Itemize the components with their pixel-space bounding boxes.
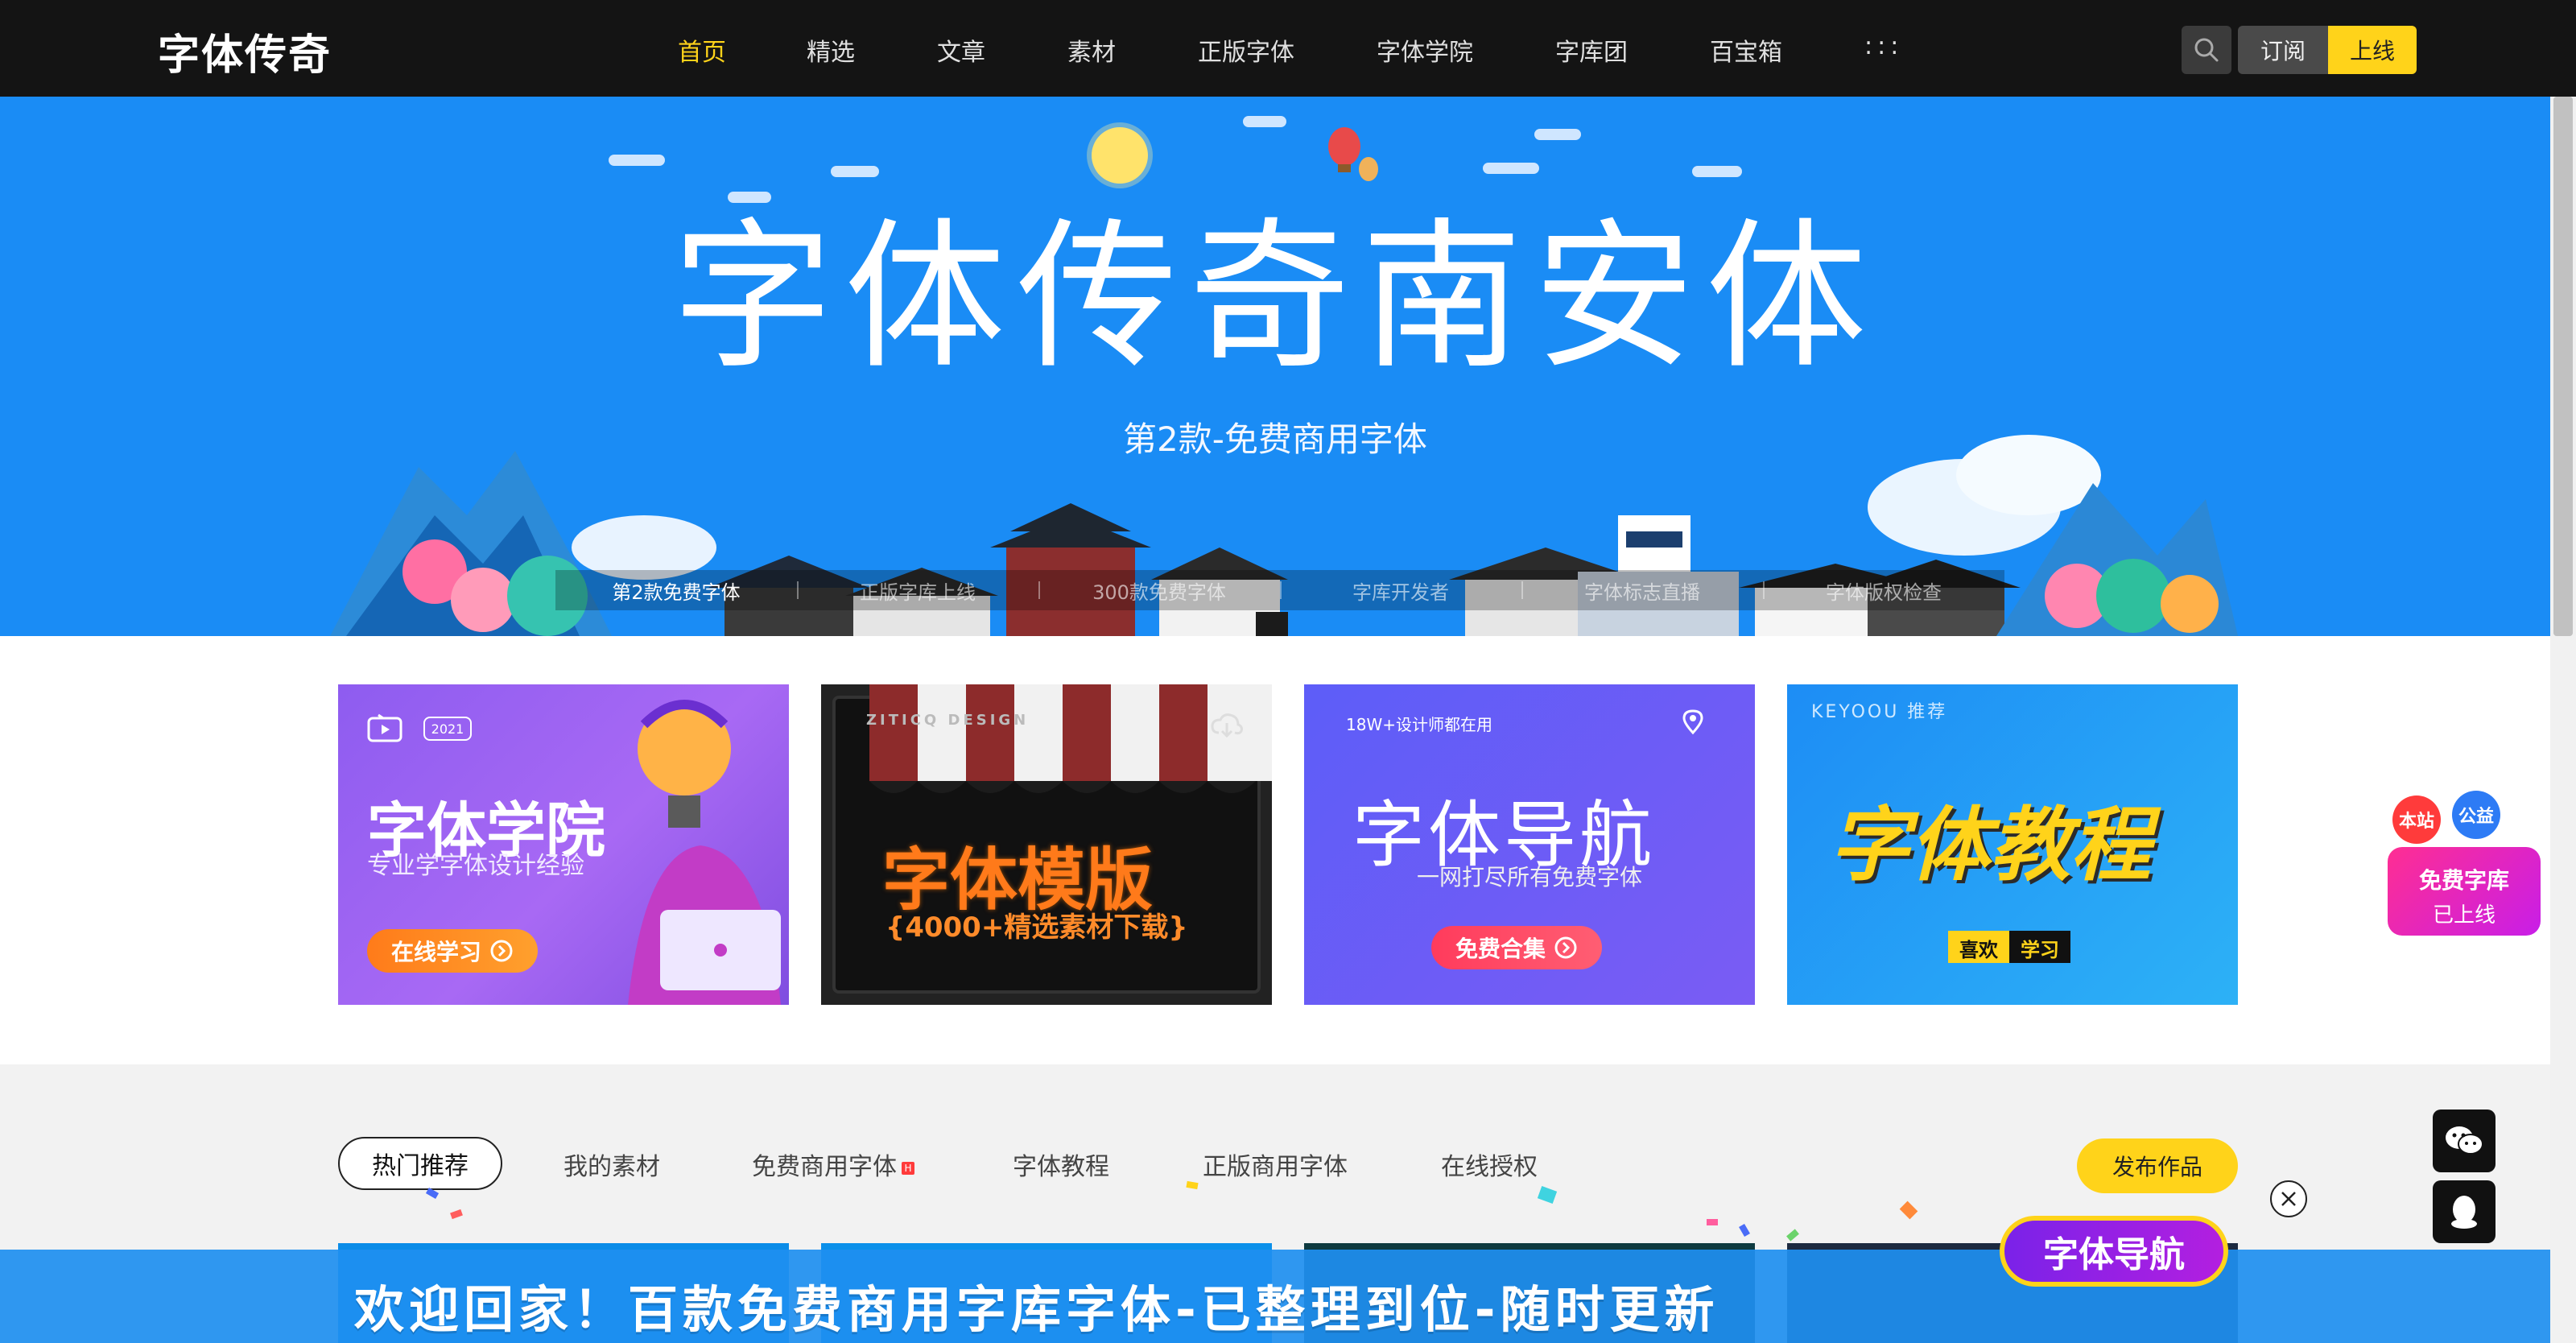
nav-item-featured[interactable]: 精选 (807, 32, 855, 68)
font-navigation-badge[interactable]: 字体导航 (2000, 1216, 2228, 1287)
arrow-right-icon (490, 940, 513, 962)
card-font-navigation[interactable]: 18W+设计师都在用 字体导航 一网打尽所有免费字体 免费合集 (1304, 684, 1755, 1005)
free-library-line1: 免费字库 (2418, 867, 2509, 894)
tab-label: 免费商用字体 (752, 1153, 897, 1181)
awning-illustration (869, 684, 1272, 793)
free-collection-button[interactable]: 免费合集 (1431, 926, 1603, 969)
nav-item-home[interactable]: 首页 (678, 32, 726, 68)
scrollbar-thumb[interactable] (2553, 97, 2573, 636)
nav-item-licensed-fonts[interactable]: 正版字体 (1198, 32, 1294, 68)
card-font-templates[interactable]: ZITICQ DESIGN 字体模版 {4000+精选素材下载} (821, 684, 1272, 1005)
wechat-button[interactable] (2433, 1110, 2496, 1172)
hero-tab-library-developer[interactable]: 字库开发者 (1280, 576, 1521, 605)
page: 字体传奇 首页 精选 文章 素材 正版字体 字体学院 字库团 百宝箱 ::: 订… (0, 0, 2576, 1343)
subscribe-button[interactable]: 订阅 (2238, 26, 2328, 74)
card-subtitle: {4000+精选素材下载} (886, 911, 1188, 944)
tab-my-materials[interactable]: 我的素材 (564, 1147, 660, 1182)
tab-font-tutorials[interactable]: 字体教程 (1013, 1147, 1109, 1182)
hero-tab-licensed-library[interactable]: 正版字库上线 (797, 576, 1038, 605)
card-font-academy[interactable]: 2021 字体学院 专业学字体设计经验 在线学习 (338, 684, 789, 1005)
site-logo[interactable]: 字体传奇 (158, 21, 332, 81)
tag-group: 喜欢 学习 (1948, 931, 2070, 963)
welcome-banner-text: 欢迎回家！百款免费商用字库字体-已整理到位-随时更新 (354, 1280, 1719, 1339)
top-navigation-bar: 字体传奇 首页 精选 文章 素材 正版字体 字体学院 字库团 百宝箱 ::: 订… (0, 0, 2576, 97)
hero-slide-tabs: 第2款免费字体 正版字库上线 300款免费字体 字库开发者 字体标志直播 字体版… (555, 570, 2004, 610)
tab-free-commercial-fonts[interactable]: 免费商用字体 H (752, 1147, 914, 1182)
site-bubble[interactable]: 本站 (2392, 795, 2441, 844)
close-icon (2281, 1192, 2296, 1206)
free-library-widget[interactable]: 免费字库 已上线 (2388, 847, 2541, 936)
button-label: 在线学习 (391, 939, 482, 965)
nav-item-more[interactable]: ::: (1864, 32, 1903, 60)
hero-subtitle: 第2款-免费商用字体 (1123, 419, 1427, 459)
qq-button[interactable] (2433, 1180, 2496, 1243)
hero-tab-logo-live[interactable]: 字体标志直播 (1521, 576, 1763, 605)
free-library-line2: 已上线 (2432, 903, 2496, 928)
search-icon (2194, 38, 2219, 62)
publish-work-button[interactable]: 发布作品 (2077, 1138, 2238, 1193)
nav-item-materials[interactable]: 素材 (1067, 32, 1116, 68)
nav-item-toolbox[interactable]: 百宝箱 (1710, 32, 1782, 68)
card-font-tutorials[interactable]: KEYOOU 推荐 字体教程 喜欢 学习 (1787, 684, 2238, 1005)
hero-tab-300-free-fonts[interactable]: 300款免费字体 (1038, 576, 1280, 605)
card-top-note: 18W+设计师都在用 (1346, 715, 1492, 734)
tag-learn: 学习 (2009, 931, 2070, 963)
arrow-right-icon (1554, 936, 1577, 959)
brand-text: ZITICQ DESIGN (866, 712, 1030, 729)
tab-online-license[interactable]: 在线授权 (1441, 1147, 1538, 1182)
go-online-button[interactable]: 上线 (2328, 26, 2417, 74)
study-online-button[interactable]: 在线学习 (367, 929, 539, 973)
hero-banner[interactable]: 字体传奇南安体 第2款-免费商用字体 第2款免费字体 正版字库上线 300款免费… (0, 97, 2550, 636)
close-banner-button[interactable] (2270, 1180, 2307, 1217)
nav-item-font-academy[interactable]: 字体学院 (1377, 32, 1473, 68)
tag-like: 喜欢 (1948, 931, 2009, 963)
wechat-icon (2446, 1126, 2483, 1155)
tv-play-icon (367, 713, 402, 742)
tab-hot-recommend[interactable]: 热门推荐 (338, 1137, 502, 1190)
nav-item-articles[interactable]: 文章 (937, 32, 985, 68)
charity-bubble[interactable]: 公益 (2452, 791, 2500, 839)
search-button[interactable] (2182, 26, 2231, 74)
card-title: 字体教程 (1829, 798, 2151, 892)
hero-tab-copyright-check[interactable]: 字体版权检查 (1763, 576, 2004, 605)
hot-badge: H (902, 1161, 914, 1175)
card-subtitle: 一网打尽所有免费字体 (1416, 864, 1642, 891)
hero-title: 字体传奇南安体 (671, 204, 1878, 391)
brand-text: KEYOOU 推荐 (1811, 702, 1948, 722)
location-pin-icon (1682, 709, 1703, 735)
hero-tab-free-font-2[interactable]: 第2款免费字体 (555, 576, 797, 605)
confetti-decoration (1707, 1219, 1718, 1225)
cloud-download-icon (1211, 713, 1243, 738)
card-subtitle: 专业学字体设计经验 (367, 852, 584, 880)
nav-item-font-library-group[interactable]: 字库团 (1555, 32, 1628, 68)
tab-licensed-commercial-fonts[interactable]: 正版商用字体 (1203, 1147, 1348, 1182)
year-badge: 2021 (423, 717, 472, 741)
lightbulb-character-illustration (628, 700, 781, 1005)
button-label: 免费合集 (1455, 936, 1546, 962)
qq-icon (2451, 1196, 2477, 1229)
